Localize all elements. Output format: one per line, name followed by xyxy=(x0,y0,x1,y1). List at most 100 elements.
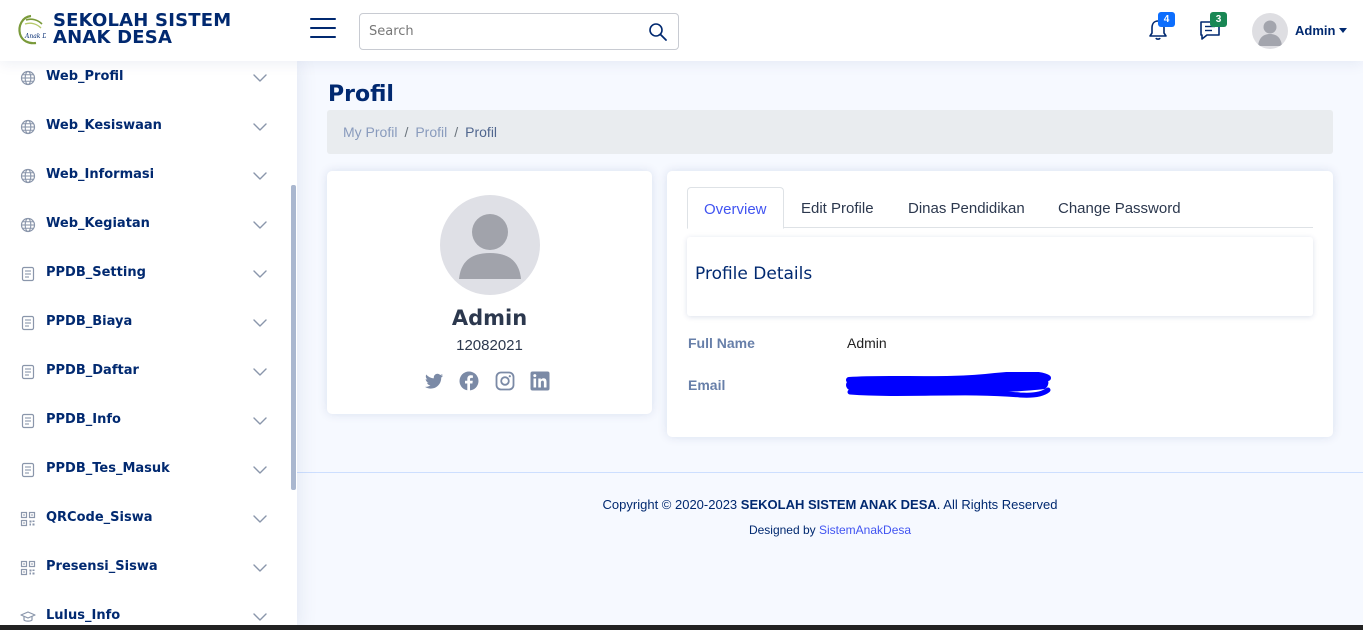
qr-code-icon xyxy=(20,560,36,576)
breadcrumb-separator: / xyxy=(454,124,459,140)
full-name-label: Full Name xyxy=(688,335,755,351)
footer-copyright: Copyright © 2020-2023 SEKOLAH SISTEM ANA… xyxy=(297,497,1363,512)
breadcrumb-profil[interactable]: Profil xyxy=(415,124,447,140)
footer-divider xyxy=(297,472,1363,473)
notifications-badge: 4 xyxy=(1158,12,1175,27)
globe-icon xyxy=(20,70,36,86)
brand-name[interactable]: SEKOLAH SISTEM ANAK DESA xyxy=(53,12,288,47)
sidebar-item-web-kesiswaan[interactable]: Web_Kesiswaan xyxy=(0,110,290,150)
sidebar-item-ppdb-daftar[interactable]: PPDB_Daftar xyxy=(0,355,290,395)
messages-badge: 3 xyxy=(1210,12,1227,27)
sidebar-item-web-kegiatan[interactable]: Web_Kegiatan xyxy=(0,208,290,248)
profile-name: Admin xyxy=(451,306,528,330)
chevron-down-icon[interactable] xyxy=(253,318,267,328)
user-menu-toggle[interactable]: Admin xyxy=(1295,23,1348,38)
document-icon xyxy=(21,364,35,380)
qr-code-icon xyxy=(20,511,36,527)
chevron-down-icon[interactable] xyxy=(253,465,267,475)
email-label: Email xyxy=(688,377,726,393)
chevron-down-icon[interactable] xyxy=(253,612,267,622)
sidebar-item-label: Lulus_Info xyxy=(46,608,121,623)
messages-button[interactable]: 3 xyxy=(1198,12,1227,42)
notifications-button[interactable]: 4 xyxy=(1146,12,1175,42)
globe-icon xyxy=(20,119,36,135)
tab-change-password[interactable]: Change Password xyxy=(1042,187,1197,228)
globe-icon xyxy=(20,217,36,233)
sidebar-item-label: Web_Informasi xyxy=(46,167,155,182)
breadcrumb: My Profil / Profil / Profil xyxy=(327,110,1333,154)
document-icon xyxy=(21,315,35,331)
footer-credits: Designed by SistemAnakDesa xyxy=(297,523,1363,537)
breadcrumb-my-profil[interactable]: My Profil xyxy=(343,124,397,140)
profile-details-card: Overview Edit Profile Dinas Pendidikan C… xyxy=(667,171,1333,437)
sidebar-item-label: Web_Kesiswaan xyxy=(46,118,162,133)
copyright-suffix: . All Rights Reserved xyxy=(936,497,1058,512)
document-icon xyxy=(21,462,35,478)
designed-by-label: Designed by xyxy=(748,523,819,537)
chevron-down-icon[interactable] xyxy=(253,220,267,230)
profile-card: Admin 12082021 xyxy=(327,171,652,414)
copyright-prefix: Copyright © 2020-2023 xyxy=(602,497,741,512)
sidebar-item-ppdb-biaya[interactable]: PPDB_Biaya xyxy=(0,306,290,346)
chevron-down-icon[interactable] xyxy=(253,367,267,377)
designer-link[interactable]: SistemAnakDesa xyxy=(819,523,911,537)
sidebar-item-label: PPDB_Biaya xyxy=(46,314,133,329)
profile-id: 12082021 xyxy=(456,337,523,354)
sidebar-item-label: QRCode_Siswa xyxy=(46,510,153,525)
section-title: Profile Details xyxy=(695,264,813,284)
user-silhouette-icon xyxy=(459,214,521,279)
sidebar-item-label: PPDB_Daftar xyxy=(46,363,139,378)
twitter-icon[interactable] xyxy=(424,371,444,391)
profile-details-section: Profile Details xyxy=(687,237,1313,316)
sidebar-item-ppdb-setting[interactable]: PPDB_Setting xyxy=(0,257,290,297)
facebook-icon[interactable] xyxy=(459,371,479,391)
tab-dinas-pendidikan[interactable]: Dinas Pendidikan xyxy=(892,187,1041,228)
search-bar xyxy=(359,13,679,50)
svg-text:Anak Desa: Anak Desa xyxy=(24,33,46,40)
sidebar-item-label: Web_Kegiatan xyxy=(46,216,150,231)
sidebar-item-ppdb-tes-masuk[interactable]: PPDB_Tes_Masuk xyxy=(0,453,290,493)
school-logo[interactable]: Anak Desa xyxy=(16,14,46,46)
document-icon xyxy=(21,413,35,429)
email-redaction-scribble xyxy=(846,372,1051,398)
chevron-down-icon[interactable] xyxy=(253,122,267,132)
full-name-value: Admin xyxy=(847,335,887,351)
sidebar-item-web-profil[interactable]: Web_Profil xyxy=(0,61,290,101)
graduation-cap-icon xyxy=(20,611,36,622)
top-header: Anak Desa SEKOLAH SISTEM ANAK DESA 4 3 xyxy=(0,0,1363,61)
sidebar-item-web-informasi[interactable]: Web_Informasi xyxy=(0,159,290,199)
sidebar-toggle-icon[interactable] xyxy=(310,18,336,42)
chevron-down-icon[interactable] xyxy=(253,171,267,181)
profile-avatar xyxy=(440,195,540,295)
page-title: Profil xyxy=(328,82,394,107)
sidebar-item-label: Presensi_Siswa xyxy=(46,559,158,574)
user-silhouette-icon xyxy=(1258,20,1282,46)
user-avatar[interactable] xyxy=(1252,13,1288,49)
sidebar-item-label: PPDB_Tes_Masuk xyxy=(46,461,170,476)
search-input[interactable] xyxy=(360,14,640,49)
window-bottom-edge xyxy=(0,625,1363,630)
sidebar-item-label: PPDB_Info xyxy=(46,412,121,427)
chevron-down-icon[interactable] xyxy=(253,416,267,426)
sidebar-scrollbar[interactable] xyxy=(291,185,296,490)
instagram-icon[interactable] xyxy=(495,371,515,391)
sidebar-item-presensi-siswa[interactable]: Presensi_Siswa xyxy=(0,551,290,591)
profile-tabs: Overview Edit Profile Dinas Pendidikan C… xyxy=(687,187,1313,229)
social-links xyxy=(424,371,561,393)
search-icon[interactable] xyxy=(648,22,668,42)
tab-edit-profile[interactable]: Edit Profile xyxy=(785,187,890,228)
tab-overview[interactable]: Overview xyxy=(687,187,784,229)
breadcrumb-separator: / xyxy=(404,124,409,140)
chevron-down-icon[interactable] xyxy=(253,563,267,573)
breadcrumb-current: Profil xyxy=(465,124,498,140)
globe-icon xyxy=(20,168,36,184)
sidebar-item-label: PPDB_Setting xyxy=(46,265,146,280)
chevron-down-icon[interactable] xyxy=(253,73,267,83)
document-icon xyxy=(21,266,35,282)
chevron-down-icon[interactable] xyxy=(253,269,267,279)
sidebar: Web_Profil Web_Kesiswaan Web_Informasi Web_… xyxy=(0,61,297,630)
linkedin-icon[interactable] xyxy=(530,371,550,391)
sidebar-item-ppdb-info[interactable]: PPDB_Info xyxy=(0,404,290,444)
sidebar-item-qrcode-siswa[interactable]: QRCode_Siswa xyxy=(0,502,290,542)
chevron-down-icon[interactable] xyxy=(253,514,267,524)
